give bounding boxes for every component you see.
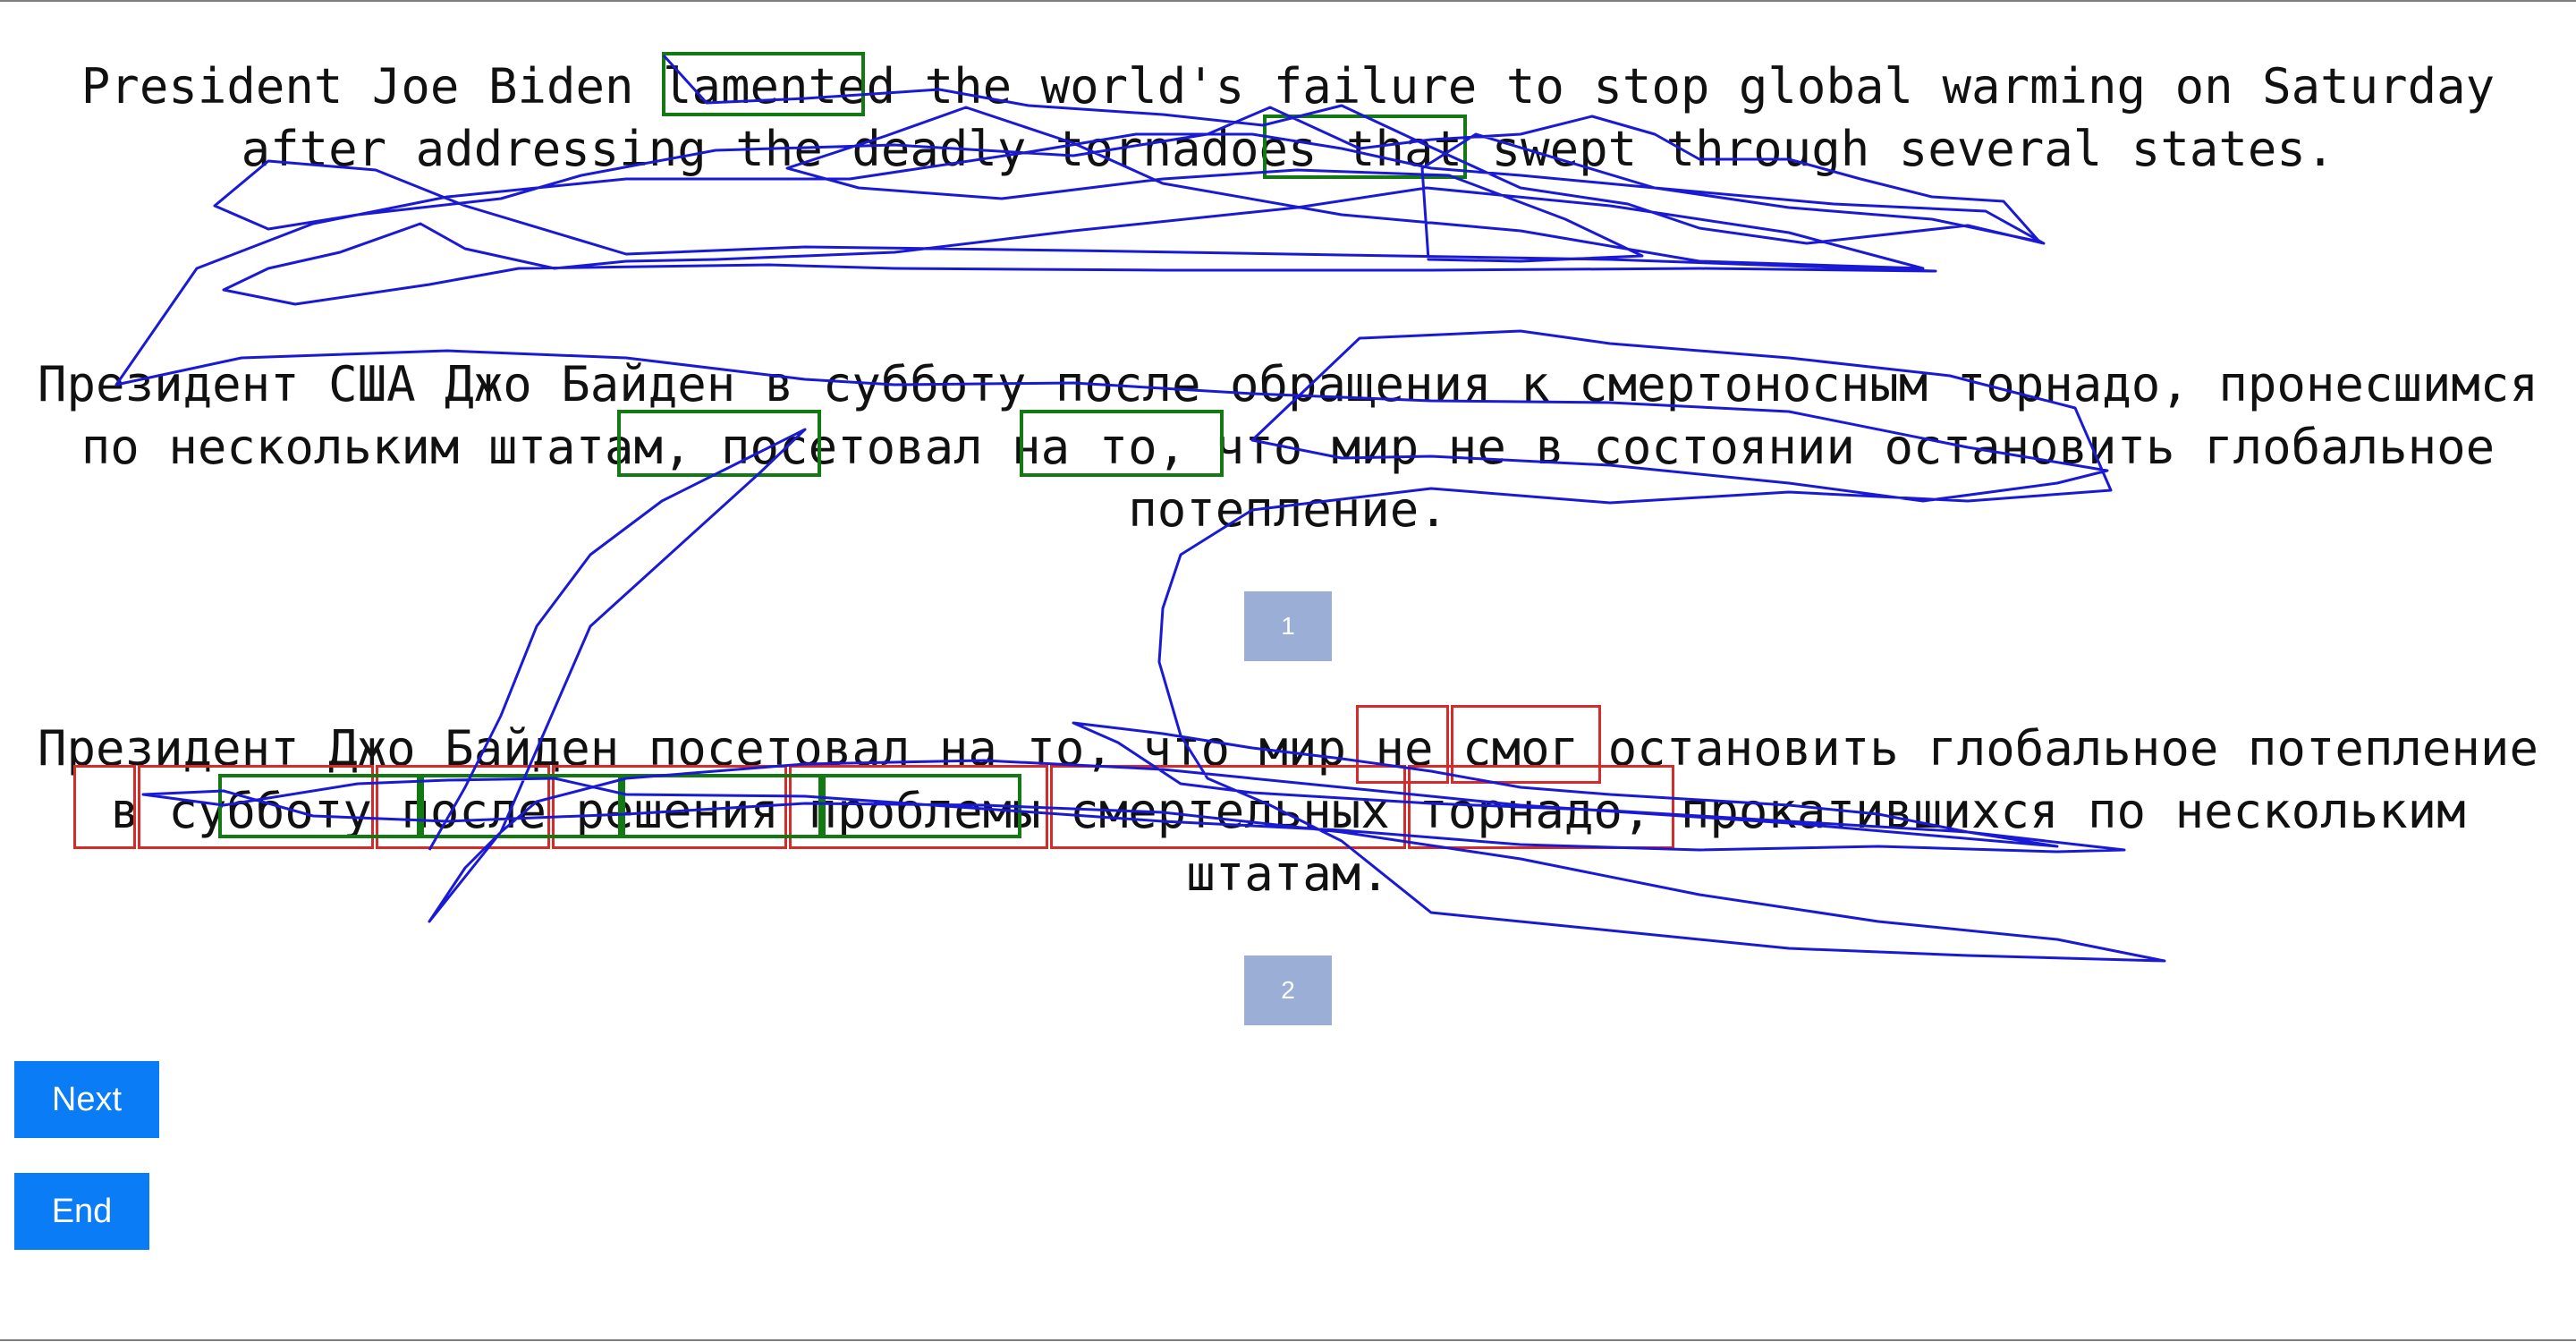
- translation-error-v: [73, 765, 136, 849]
- source-line-1: President Joe Biden lamented the world's…: [80, 58, 2496, 115]
- chip-2[interactable]: 2: [1244, 956, 1332, 1025]
- reference-highlight-na-to: [1020, 410, 1224, 477]
- source-highlight-tornadoes-that: [1263, 115, 1467, 179]
- reference-sentence: Президент США Джо Байден в субботу после…: [0, 353, 2576, 541]
- translation-highlight-resheniya: [622, 774, 826, 838]
- reference-line-1: Президент США Джо Байден в субботу после…: [38, 356, 2538, 412]
- translation-highlight-subbotu: [218, 774, 420, 838]
- source-highlight-lamented: [662, 52, 865, 116]
- gaze-trace-overlay: [114, 54, 2166, 963]
- reference-highlight-statam-posetoval: [617, 410, 821, 477]
- chip-1[interactable]: 1: [1244, 591, 1332, 661]
- bottom-border: [0, 1339, 2576, 1341]
- reference-line-2: по нескольким штатам, посетовал на то, ч…: [80, 419, 2496, 475]
- translation-line-3: штатам.: [1186, 845, 1390, 902]
- translation-highlight-problemy: [818, 774, 1021, 838]
- reference-line-3: потепление.: [1128, 481, 1448, 538]
- end-button[interactable]: End: [14, 1173, 149, 1250]
- translation-error-tornado: [1408, 765, 1674, 849]
- translation-highlight-posle: [420, 774, 622, 838]
- top-border: [0, 0, 2576, 2]
- next-button[interactable]: Next: [14, 1061, 159, 1138]
- translation-error-smertelnyh: [1050, 765, 1406, 849]
